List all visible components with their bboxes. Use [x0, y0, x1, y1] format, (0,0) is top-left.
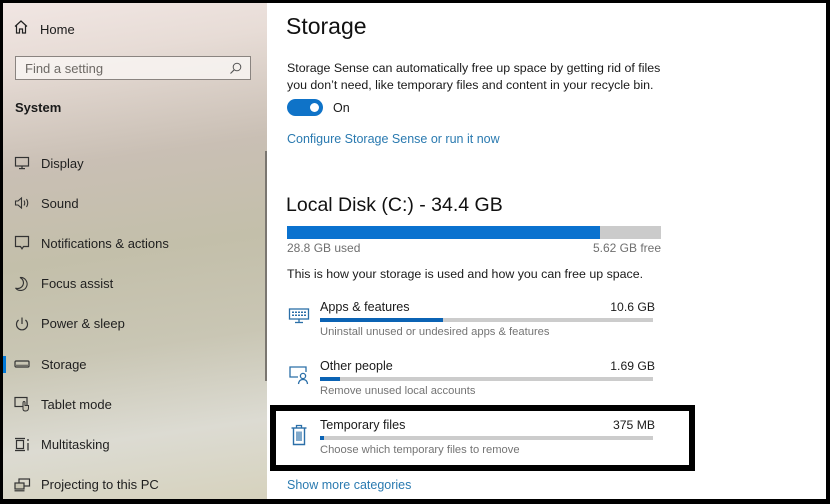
disk-usage-bar	[287, 226, 661, 239]
category-usage-fill	[320, 436, 325, 440]
category-usage-bar	[320, 318, 653, 322]
sidebar-item-label: Multitasking	[41, 436, 110, 452]
sidebar-item-storage[interactable]: Storage	[3, 344, 265, 384]
sidebar-item-label: Sound	[41, 195, 79, 211]
search-icon[interactable]	[226, 62, 244, 75]
sidebar-item-label: Focus assist	[41, 276, 114, 292]
toggle-knob	[310, 103, 319, 112]
category-size: 375 MB	[612, 418, 655, 432]
notification-icon	[12, 235, 32, 251]
storage-sense-toggle[interactable]	[287, 99, 323, 116]
section-label-system: System	[15, 100, 62, 115]
home-icon	[13, 19, 29, 40]
category-other-people[interactable]: Other people 1.69 GB Remove unused local…	[283, 359, 659, 413]
storage-sense-description: Storage Sense can automatically free up …	[287, 61, 661, 92]
apps-features-icon	[287, 304, 311, 328]
speaker-icon	[12, 196, 32, 210]
sidebar-item-sound[interactable]: Sound	[3, 183, 265, 223]
category-size: 10.6 GB	[610, 300, 655, 314]
moon-icon	[12, 276, 32, 292]
other-people-icon	[287, 363, 311, 387]
multitasking-icon	[12, 437, 32, 452]
sidebar-item-display[interactable]: Display	[3, 143, 265, 183]
category-description: Uninstall unused or undesired apps & fea…	[320, 326, 550, 338]
disk-title: Local Disk (C:) - 34.4 GB	[286, 194, 503, 216]
category-name: Temporary files	[320, 418, 406, 432]
storage-drive-icon	[12, 359, 32, 369]
usage-note: This is how your storage is used and how…	[287, 267, 644, 281]
category-usage-fill	[320, 377, 340, 381]
settings-window: Home System Display Sound	[3, 3, 826, 499]
search-box[interactable]	[15, 56, 251, 80]
configure-storage-sense-link[interactable]: Configure Storage Sense or run it now	[287, 132, 500, 146]
category-name: Apps & features	[320, 300, 410, 314]
sidebar-item-power-sleep[interactable]: Power & sleep	[3, 304, 265, 344]
sidebar-item-label: Projecting to this PC	[41, 477, 159, 493]
home-label: Home	[40, 21, 75, 37]
sidebar-nav: Display Sound Notifications & actions Fo…	[3, 143, 265, 499]
category-size: 1.69 GB	[610, 359, 655, 373]
disk-free-label: 5.62 GB free	[592, 241, 661, 255]
category-name: Other people	[320, 359, 393, 373]
category-usage-bar	[320, 436, 653, 440]
toggle-state-label: On	[333, 100, 350, 115]
sidebar-item-notifications[interactable]: Notifications & actions	[3, 223, 265, 263]
sidebar: Home System Display Sound	[3, 3, 267, 499]
sidebar-item-multitasking[interactable]: Multitasking	[3, 424, 265, 464]
power-icon	[12, 316, 32, 332]
category-apps-features[interactable]: Apps & features 10.6 GB Uninstall unused…	[283, 300, 659, 354]
category-temporary-files[interactable]: Temporary files 375 MB Choose which temp…	[283, 418, 659, 472]
disk-used-label: 28.8 GB used	[287, 241, 361, 255]
category-description: Choose which temporary files to remove	[320, 444, 520, 456]
category-usage-fill	[320, 318, 444, 322]
sidebar-item-label: Notifications & actions	[41, 235, 169, 251]
sidebar-home[interactable]: Home	[13, 18, 75, 40]
sidebar-item-focus-assist[interactable]: Focus assist	[3, 264, 265, 304]
category-usage-bar	[320, 377, 653, 381]
sidebar-item-label: Storage	[41, 356, 87, 372]
main-content: Storage Storage Sense can automatically …	[267, 3, 826, 499]
monitor-icon	[12, 156, 32, 170]
sidebar-item-tablet-mode[interactable]: Tablet mode	[3, 384, 265, 424]
trash-icon	[287, 423, 311, 447]
storage-sense-toggle-row: On	[287, 99, 350, 116]
category-description: Remove unused local accounts	[320, 385, 476, 397]
sidebar-item-label: Tablet mode	[41, 396, 112, 412]
projecting-icon	[12, 477, 32, 492]
search-input[interactable]	[16, 57, 226, 79]
sidebar-item-label: Power & sleep	[41, 316, 125, 332]
tablet-mode-icon	[12, 396, 32, 412]
show-more-categories-link[interactable]: Show more categories	[287, 478, 411, 492]
page-title: Storage	[286, 13, 367, 39]
sidebar-item-projecting[interactable]: Projecting to this PC	[3, 465, 265, 500]
disk-usage-fill	[287, 226, 601, 239]
sidebar-item-label: Display	[41, 155, 84, 171]
